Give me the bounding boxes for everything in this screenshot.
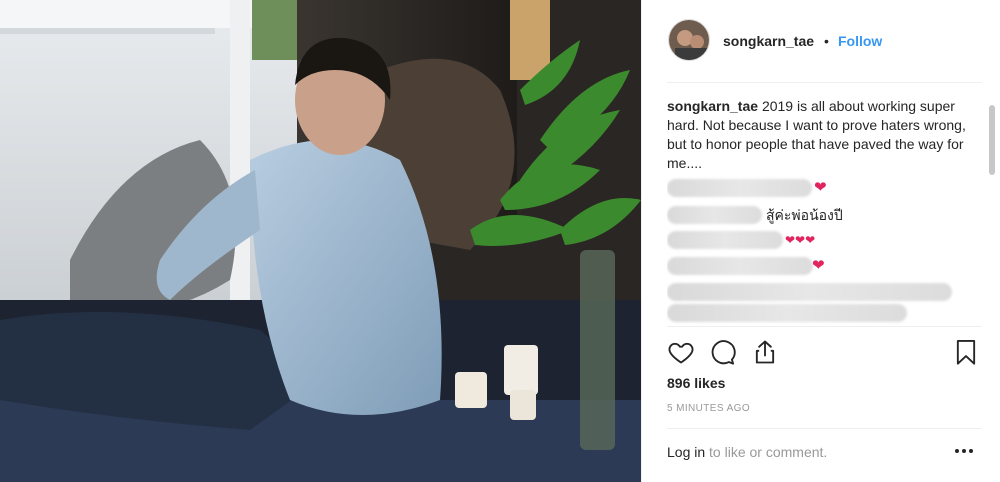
more-dots-icon bbox=[955, 449, 973, 453]
login-prompt: Log in to like or comment. bbox=[667, 444, 827, 460]
share-upload-icon bbox=[755, 340, 775, 364]
avatar[interactable] bbox=[668, 19, 710, 61]
comment-text: สู้ค่ะพ่อน้องปี bbox=[766, 207, 843, 223]
post-timestamp[interactable]: 5 MINUTES AGO bbox=[667, 403, 750, 414]
blurred-comment bbox=[667, 231, 783, 249]
follow-button[interactable]: Follow bbox=[838, 33, 882, 49]
save-button[interactable] bbox=[952, 338, 982, 368]
login-divider bbox=[667, 428, 982, 429]
more-options-button[interactable] bbox=[953, 441, 975, 461]
comment-row: ❤❤❤ bbox=[667, 231, 867, 249]
post-photo[interactable] bbox=[0, 0, 641, 482]
blurred-comment bbox=[667, 206, 762, 224]
comment-row bbox=[667, 283, 957, 301]
login-link[interactable]: Log in bbox=[667, 444, 705, 460]
blurred-comment bbox=[667, 304, 907, 322]
blurred-comment bbox=[667, 257, 813, 275]
login-prompt-text: to like or comment. bbox=[705, 444, 828, 460]
comment-button[interactable] bbox=[708, 338, 738, 368]
post-header: songkarn_tae • Follow bbox=[642, 0, 1000, 82]
action-bar bbox=[667, 338, 985, 368]
bookmark-icon bbox=[956, 339, 976, 365]
likes-count[interactable]: 896 likes bbox=[667, 375, 725, 391]
comment-row: สู้ค่ะพ่อน้องปี bbox=[667, 206, 917, 224]
blurred-comment bbox=[667, 179, 812, 197]
comment-bubble-icon bbox=[711, 340, 736, 365]
post-sidebar: songkarn_tae • Follow songkarn_tae 2019 … bbox=[641, 0, 1000, 482]
hearts-emoji: ❤❤❤ bbox=[785, 233, 816, 247]
header-divider bbox=[667, 82, 982, 83]
heart-emoji: ❤ bbox=[814, 179, 827, 196]
comment-row: ❤ bbox=[667, 257, 867, 275]
caption-username[interactable]: songkarn_tae bbox=[667, 98, 758, 114]
comments-scrollbar[interactable] bbox=[989, 105, 995, 175]
comment-row bbox=[667, 304, 957, 322]
avatar-image bbox=[669, 20, 709, 60]
comment-row: ❤ bbox=[667, 179, 867, 197]
like-button[interactable] bbox=[667, 338, 697, 368]
blurred-comment bbox=[667, 283, 952, 301]
header-separator: • bbox=[824, 33, 829, 49]
heart-emoji: ❤ bbox=[812, 257, 825, 274]
header-username[interactable]: songkarn_tae bbox=[723, 33, 814, 49]
actions-divider bbox=[667, 326, 982, 327]
share-button[interactable] bbox=[751, 338, 781, 368]
heart-outline-icon bbox=[668, 342, 694, 364]
post-photo-illustration bbox=[0, 0, 641, 482]
comments-list[interactable]: songkarn_tae 2019 is all about working s… bbox=[667, 97, 982, 325]
caption: songkarn_tae 2019 is all about working s… bbox=[667, 97, 982, 173]
